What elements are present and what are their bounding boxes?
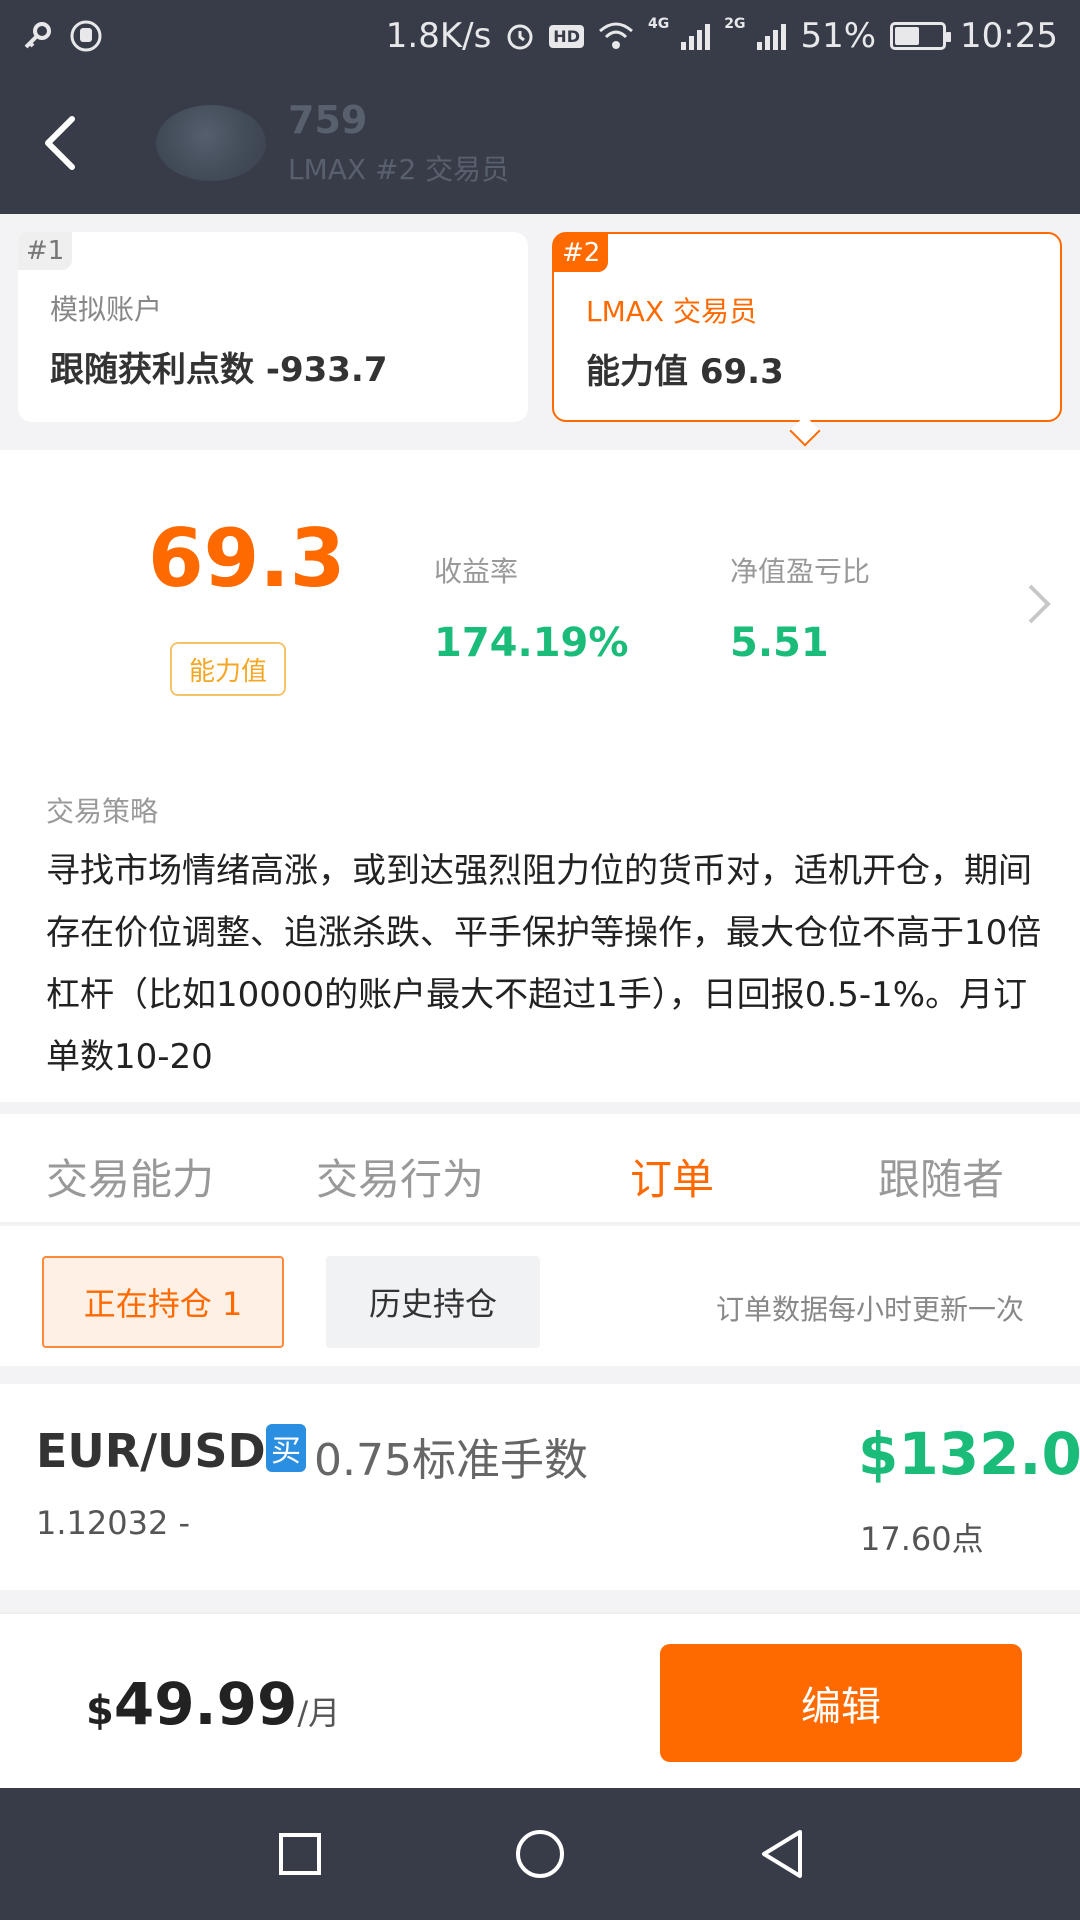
- history-positions-button[interactable]: 历史持仓: [326, 1256, 540, 1348]
- recent-apps-button[interactable]: [270, 1824, 330, 1884]
- avatar: [156, 105, 266, 181]
- price-amount: 49.99: [113, 1670, 298, 1738]
- currency-pair: EUR/USD: [36, 1424, 266, 1478]
- account-title: 模拟账户: [50, 293, 163, 326]
- return-value: 174.19%: [434, 620, 629, 666]
- hand-badge-icon: [70, 20, 102, 52]
- update-note: 订单数据每小时更新一次: [716, 1293, 1025, 1326]
- network-speed: 1.8K/s: [385, 16, 492, 56]
- order-points: 17.60点: [860, 1520, 984, 1558]
- square-icon: [279, 1833, 321, 1875]
- triangle-back-icon: [762, 1830, 802, 1878]
- circle-icon: [516, 1830, 564, 1878]
- strategy-label: 交易策略: [46, 795, 159, 828]
- account-tag: #1: [18, 232, 73, 270]
- hd-badge: HD: [549, 24, 584, 48]
- system-nav-bar: [0, 1788, 1080, 1920]
- account-value: 能力值 69.3: [586, 352, 784, 392]
- chevron-right-icon: [1028, 584, 1051, 624]
- order-lots: 0.75标准手数: [314, 1435, 588, 1486]
- buy-badge: 买: [266, 1424, 306, 1472]
- section-tabs: 交易能力 交易行为 订单 跟随者: [0, 1114, 1080, 1224]
- order-price: 1.12032 -: [36, 1504, 191, 1542]
- tab-trading-ability[interactable]: 交易能力: [46, 1146, 214, 1207]
- price-currency: $: [86, 1688, 114, 1734]
- order-row[interactable]: EUR/USD 买 0.75标准手数 1.12032 - $132.0 17.6…: [0, 1384, 1080, 1590]
- stats-panel: 69.3 能力值 收益率 174.19% 净值盈亏比 5.51 交易策略 寻找市…: [0, 450, 1080, 1102]
- back-nav-button[interactable]: [752, 1824, 812, 1884]
- account-card-1[interactable]: #1 模拟账户 跟随获利点数 -933.7: [18, 232, 528, 422]
- tab-followers[interactable]: 跟随者: [878, 1146, 1004, 1207]
- tab-orders[interactable]: 订单: [630, 1146, 714, 1207]
- wifi-icon: [598, 21, 634, 51]
- pnl-ratio-label: 净值盈亏比: [730, 555, 871, 588]
- account-card-2[interactable]: #2 LMAX 交易员 能力值 69.3: [552, 232, 1062, 422]
- account-value: 跟随获利点数 -933.7: [50, 350, 388, 390]
- battery-icon: [890, 22, 952, 50]
- order-filter: 正在持仓 1 历史持仓 订单数据每小时更新一次: [0, 1226, 1080, 1366]
- account-title: LMAX 交易员: [586, 295, 757, 328]
- header-info: 759 LMAX #2 交易员: [288, 98, 509, 188]
- subscription-bar: $ 49.99 /月 编辑: [0, 1612, 1080, 1788]
- account-selector: #1 模拟账户 跟随获利点数 -933.7 #2 LMAX 交易员 能力值 69…: [0, 214, 1080, 450]
- pnl-ratio-value: 5.51: [730, 620, 829, 666]
- signal-icon: [757, 22, 787, 50]
- order-profit: $132.0: [858, 1420, 1080, 1488]
- network-type-2: 2G: [724, 16, 746, 32]
- price-unit: /月: [297, 1694, 341, 1732]
- key-icon: [22, 21, 52, 51]
- page-title: 759: [288, 98, 368, 142]
- page-subtitle: LMAX #2 交易员: [288, 153, 510, 186]
- battery-fill: [895, 27, 920, 45]
- clock: 10:25: [960, 16, 1058, 56]
- home-button[interactable]: [510, 1824, 570, 1884]
- status-bar: 1.8K/s HD 4G 2G 51% 10:25: [0, 0, 1080, 72]
- return-label: 收益率: [434, 555, 519, 588]
- back-button[interactable]: [0, 72, 120, 214]
- app-header: 759 LMAX #2 交易员: [0, 72, 1080, 214]
- strategy-text: 寻找市场情绪高涨，或到达强烈阻力位的货币对，适机开仓，期间存在价位调整、追涨杀跌…: [46, 851, 1042, 1077]
- account-tag: #2: [554, 234, 609, 272]
- ability-value: 69.3: [148, 512, 346, 605]
- battery-percent: 51%: [800, 16, 877, 56]
- tab-trading-behavior[interactable]: 交易行为: [316, 1146, 484, 1207]
- signal-icon: [681, 22, 711, 50]
- stats-detail-button[interactable]: [1026, 582, 1052, 630]
- edit-button[interactable]: 编辑: [660, 1644, 1022, 1762]
- chevron-left-icon: [45, 116, 75, 170]
- ability-badge: 能力值: [170, 642, 286, 696]
- alarm-icon: [505, 21, 535, 51]
- subscription-price: $ 49.99 /月: [86, 1670, 340, 1738]
- open-positions-button[interactable]: 正在持仓 1: [42, 1256, 284, 1348]
- network-type-1: 4G: [647, 16, 670, 32]
